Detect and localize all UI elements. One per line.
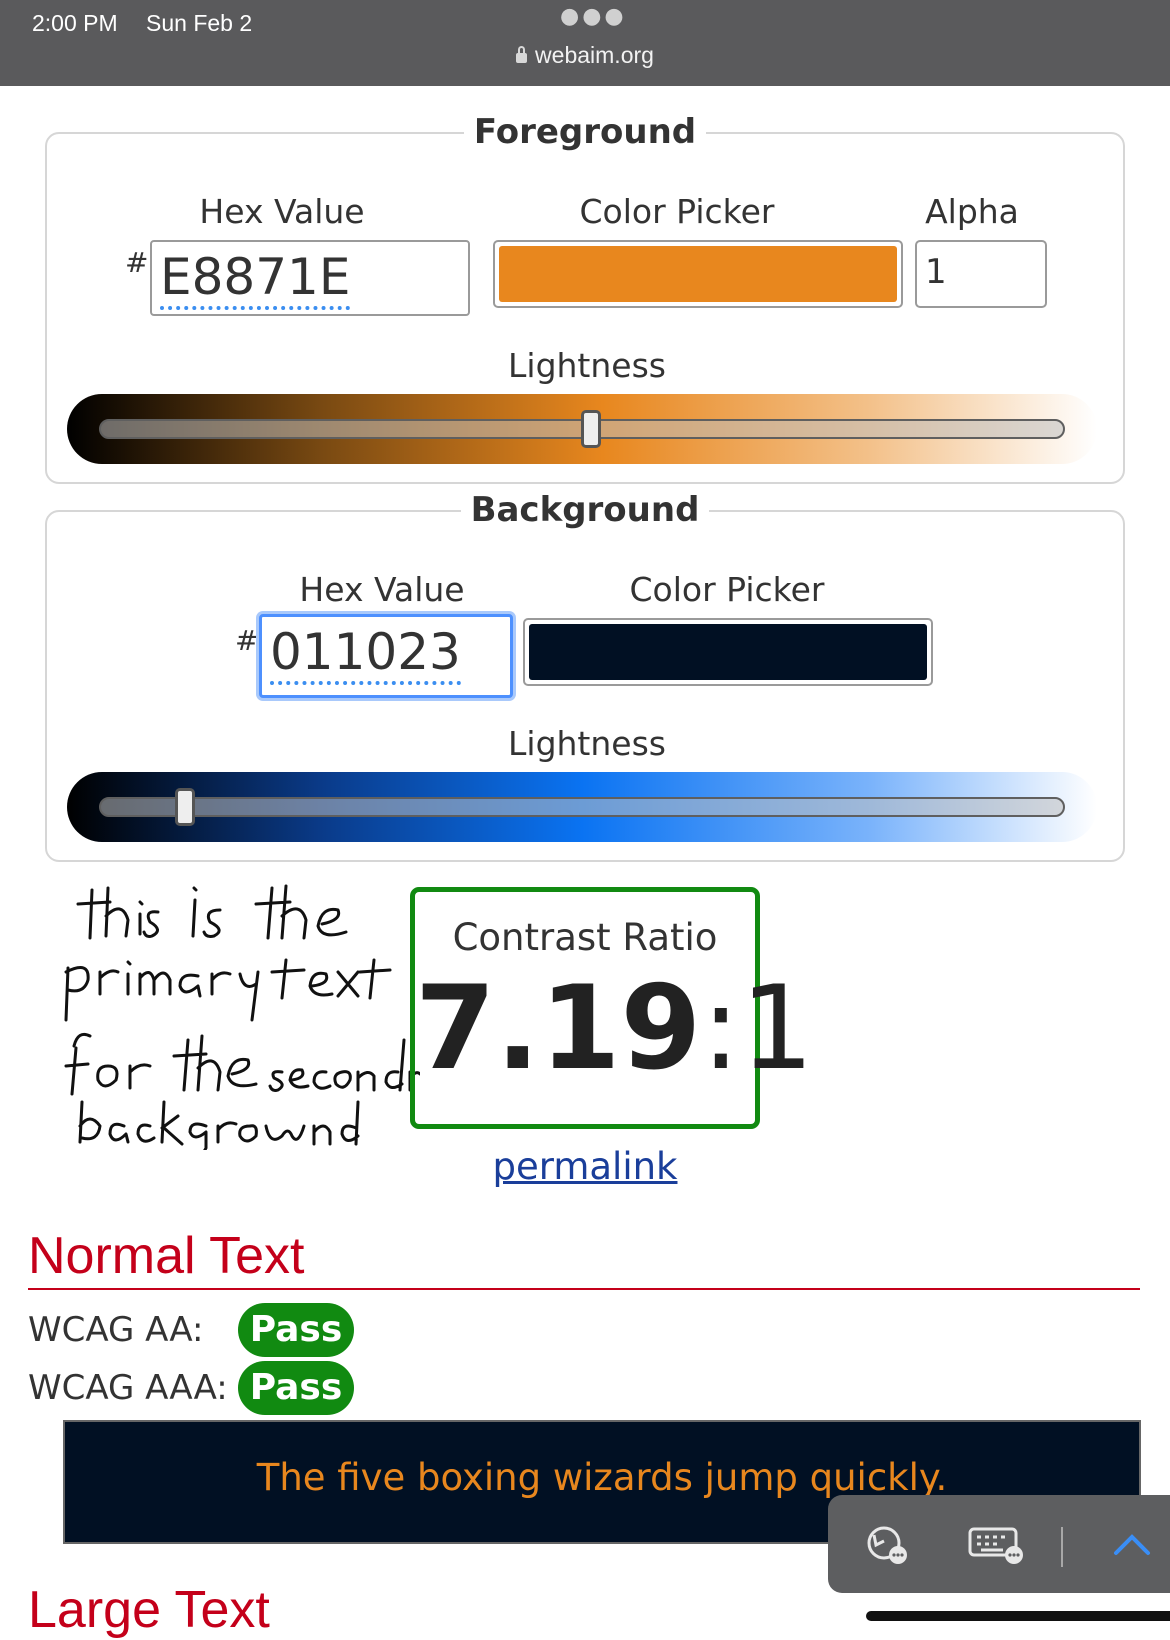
- bg-picker-label: Color Picker: [629, 570, 825, 609]
- browser-status-bar: 2:00 PM Sun Feb 2 ●●● webaim.org: [0, 0, 1170, 86]
- large-text-heading: Large Text: [28, 1581, 270, 1639]
- fg-hex-label: Hex Value: [199, 192, 365, 231]
- wcag-aa-pass-badge: Pass: [238, 1303, 354, 1357]
- contrast-ratio-value: 7.19:1: [415, 969, 814, 1089]
- fg-color-picker[interactable]: [493, 240, 903, 308]
- wcag-aaa-pass-badge: Pass: [238, 1361, 354, 1415]
- normal-text-divider: [28, 1288, 1140, 1290]
- normal-text-heading: Normal Text: [28, 1227, 305, 1285]
- fg-hash-symbol: #: [125, 246, 149, 279]
- fg-hex-value: E8871E: [160, 248, 351, 310]
- fg-lightness-label: Lightness: [508, 346, 666, 385]
- fg-lightness-handle[interactable]: [581, 410, 602, 448]
- undo-comment-icon[interactable]: [864, 1523, 912, 1567]
- bg-lightness-slider[interactable]: [67, 772, 1097, 842]
- fg-color-swatch: [499, 246, 897, 302]
- sample-text: The five boxing wizards jump quickly.: [256, 1456, 948, 1499]
- fg-hex-input[interactable]: E8871E: [150, 240, 470, 316]
- wcag-aaa-label: WCAG AAA:: [28, 1368, 228, 1408]
- chevron-up-icon[interactable]: [1112, 1529, 1152, 1559]
- contrast-ratio-main: 7.19: [415, 961, 702, 1096]
- background-legend: Background: [460, 490, 710, 530]
- bg-hex-input[interactable]: 011023: [259, 614, 513, 698]
- bg-color-swatch: [529, 624, 927, 680]
- fg-picker-label: Color Picker: [579, 192, 775, 231]
- handwritten-note: [64, 884, 420, 1150]
- keyboard-shortcut-bar: [828, 1495, 1170, 1593]
- more-dots-icon[interactable]: ●●●: [560, 4, 627, 29]
- toolbar-divider: [1061, 1527, 1063, 1567]
- bg-color-picker[interactable]: [523, 618, 933, 686]
- bg-hash-symbol: #: [235, 624, 259, 657]
- bg-lightness-handle[interactable]: [174, 788, 195, 826]
- bg-lightness-track: [99, 797, 1065, 817]
- lock-icon: [516, 46, 528, 63]
- permalink-link[interactable]: permalink: [0, 1145, 1170, 1188]
- keyboard-icon[interactable]: [968, 1525, 1026, 1565]
- contrast-ratio-suffix: :1: [701, 961, 815, 1096]
- bg-lightness-label: Lightness: [508, 724, 666, 763]
- contrast-ratio-box: Contrast Ratio 7.19:1: [410, 887, 814, 1129]
- home-indicator: [866, 1611, 1170, 1621]
- status-time: 2:00 PM: [32, 10, 118, 36]
- foreground-legend: Foreground: [463, 112, 707, 152]
- foreground-panel: Foreground Hex Value Color Picker Alpha …: [45, 112, 1125, 484]
- bg-hex-value: 011023: [270, 623, 461, 685]
- wcag-aa-label: WCAG AA:: [28, 1310, 204, 1350]
- fg-alpha-input[interactable]: 1: [915, 240, 1047, 308]
- bg-hex-label: Hex Value: [299, 570, 465, 609]
- fg-alpha-label: Alpha: [925, 192, 1019, 231]
- url-text: webaim.org: [535, 42, 654, 68]
- background-panel: Background Hex Value Color Picker # 0110…: [45, 490, 1125, 862]
- contrast-ratio-title: Contrast Ratio: [452, 916, 718, 959]
- address-bar[interactable]: webaim.org: [0, 42, 1170, 69]
- fg-lightness-slider[interactable]: [67, 394, 1097, 464]
- status-date: Sun Feb 2: [146, 10, 253, 36]
